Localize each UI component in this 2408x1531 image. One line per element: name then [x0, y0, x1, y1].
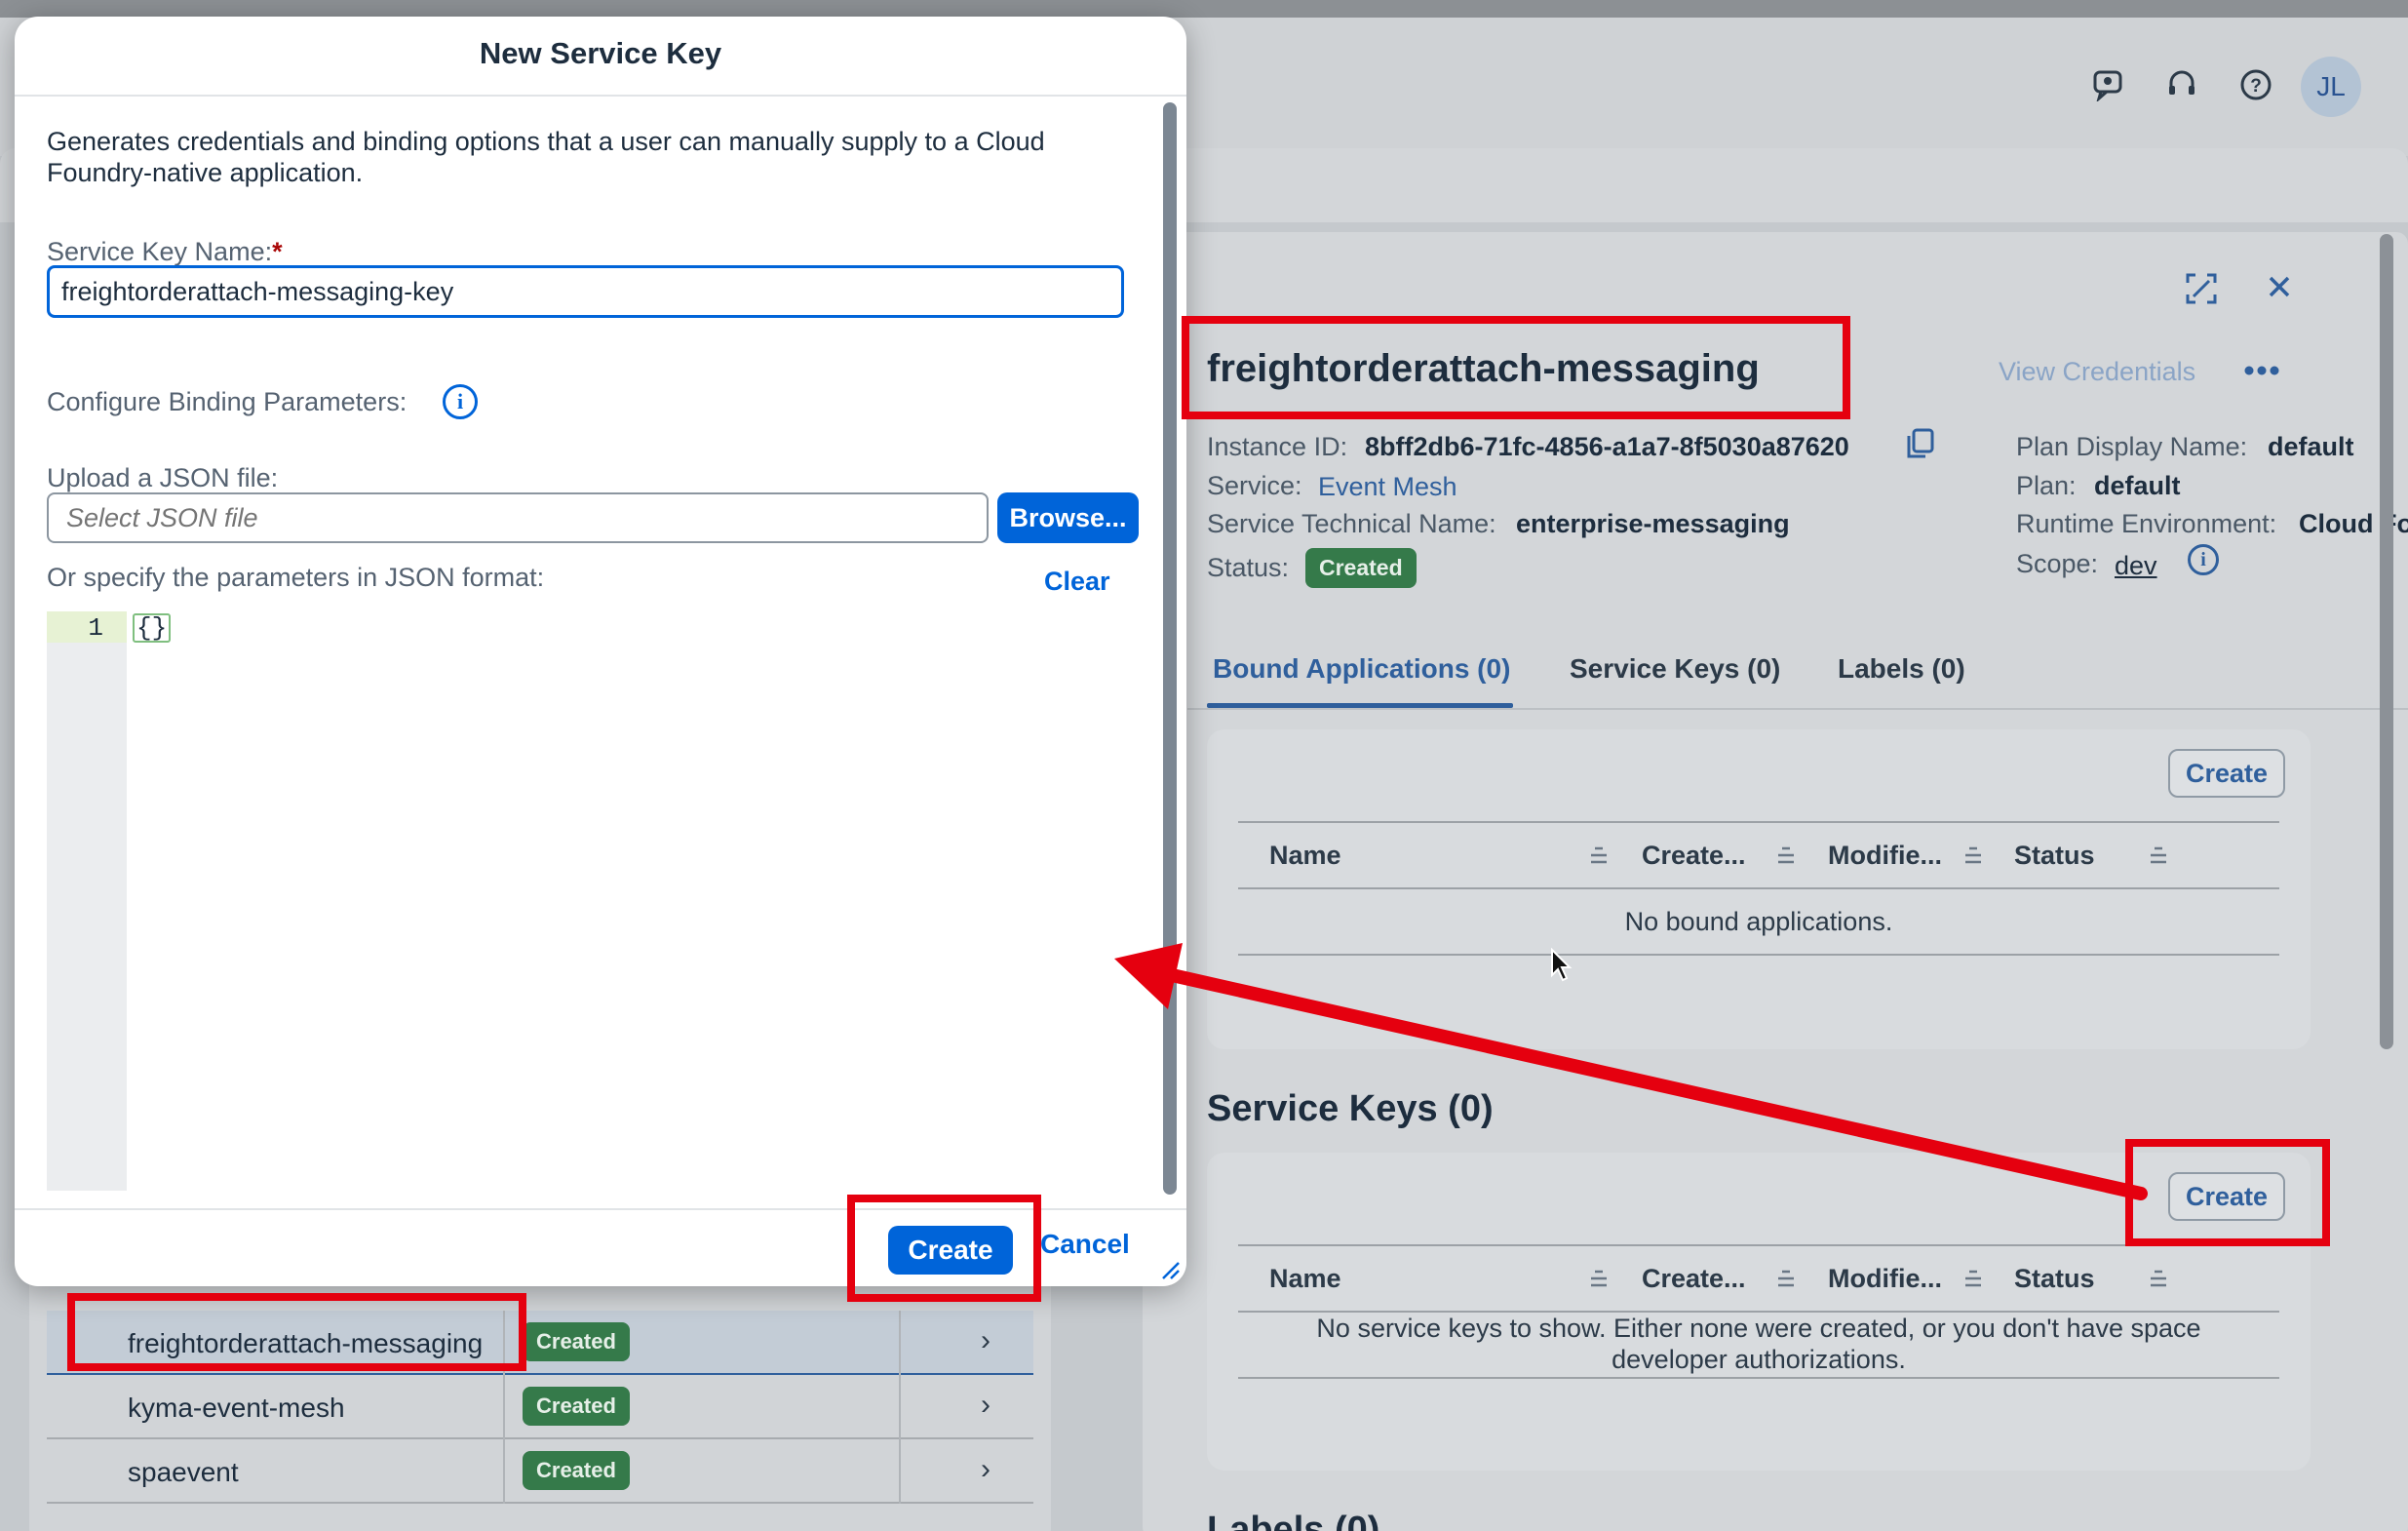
info-icon[interactable]: i: [443, 384, 478, 419]
labels-heading: Labels (0): [1207, 1510, 1380, 1531]
instance-id-value: 8bff2db6-71fc-4856-a1a7-8f5030a87620: [1365, 432, 1849, 461]
resize-handle-icon[interactable]: [1157, 1257, 1181, 1280]
support-headset-icon[interactable]: [2159, 62, 2204, 107]
column-header-status[interactable]: Status: [2014, 841, 2095, 871]
active-tab-indicator: [1207, 703, 1513, 708]
create-service-key-button[interactable]: Create: [2168, 1172, 2286, 1221]
column-header-name[interactable]: Name: [1269, 1264, 1341, 1294]
sort-icon[interactable]: [1961, 844, 1985, 866]
json-file-input[interactable]: [47, 492, 989, 543]
browse-button[interactable]: Browse...: [997, 492, 1139, 543]
help-icon[interactable]: ?: [2233, 62, 2278, 107]
close-icon[interactable]: [2264, 271, 2295, 307]
column-header-created[interactable]: Create...: [1642, 1264, 1746, 1294]
sort-icon[interactable]: [1587, 844, 1611, 866]
line-number: 1: [88, 613, 103, 643]
technical-name-label: Service Technical Name:: [1207, 509, 1496, 538]
service-link[interactable]: Event Mesh: [1318, 472, 1457, 502]
column-header-modified[interactable]: Modifie...: [1828, 1264, 1942, 1294]
editor-code[interactable]: {}: [133, 613, 172, 643]
feedback-icon[interactable]: [2086, 62, 2131, 107]
required-marker: *: [272, 237, 283, 266]
tab-bound-applications[interactable]: Bound Applications (0): [1213, 653, 1510, 685]
bound-apps-empty-message: No bound applications.: [1624, 907, 1893, 936]
sort-icon[interactable]: [1961, 1268, 1985, 1289]
plan-display-name-label: Plan Display Name:: [2016, 432, 2248, 461]
json-format-label: Or specify the parameters in JSON format…: [47, 563, 545, 592]
create-button[interactable]: Create: [888, 1226, 1013, 1275]
sort-icon[interactable]: [1774, 844, 1798, 866]
status-label: Status:: [1207, 553, 1290, 582]
sort-icon[interactable]: [1774, 1268, 1798, 1289]
column-header-status[interactable]: Status: [2014, 1264, 2095, 1294]
instance-name: freightorderattach-messaging: [128, 1328, 484, 1358]
dialog-description: Generates credentials and binding option…: [47, 127, 1045, 187]
json-editor[interactable]: 1 {}: [47, 611, 1124, 1191]
plan-label: Plan:: [2016, 471, 2077, 500]
list-item[interactable]: kyma-event-mesh Created ›: [47, 1375, 1033, 1439]
service-label: Service:: [1207, 471, 1302, 500]
list-item[interactable]: freightorderattach-messaging Created ›: [47, 1311, 1033, 1375]
create-binding-button[interactable]: Create: [2168, 749, 2286, 798]
chevron-right-icon[interactable]: ›: [981, 1324, 990, 1357]
service-key-name-input[interactable]: [47, 265, 1124, 318]
scope-link[interactable]: dev: [2115, 551, 2157, 581]
detail-scrollbar[interactable]: [2380, 234, 2393, 1049]
new-service-key-dialog: New Service Key Generates credentials an…: [15, 17, 1186, 1286]
service-keys-empty-message: No service keys to show. Either none wer…: [1316, 1314, 2201, 1374]
sort-icon[interactable]: [2147, 844, 2170, 866]
instance-name: kyma-event-mesh: [128, 1393, 345, 1423]
sort-icon[interactable]: [2147, 1268, 2170, 1289]
cancel-button[interactable]: Cancel: [1040, 1229, 1130, 1260]
dialog-scrollbar[interactable]: [1163, 102, 1177, 1195]
sort-icon[interactable]: [1587, 1268, 1611, 1289]
chevron-right-icon[interactable]: ›: [981, 1453, 990, 1486]
tab-divider: [1187, 708, 2408, 710]
view-credentials-link[interactable]: View Credentials: [1999, 357, 2195, 387]
status-badge: Created: [523, 1322, 630, 1361]
dialog-header: New Service Key: [15, 17, 1186, 97]
info-icon[interactable]: i: [2188, 544, 2219, 575]
mouse-cursor-icon: [1550, 947, 1573, 988]
status-badge: Created: [1305, 548, 1417, 588]
column-header-name[interactable]: Name: [1269, 841, 1341, 871]
user-avatar[interactable]: JL: [2301, 57, 2361, 117]
plan-value: default: [2094, 471, 2181, 500]
svg-text:?: ?: [2250, 76, 2262, 97]
binding-parameters-label: Configure Binding Parameters:: [47, 387, 408, 416]
scope-label: Scope:: [2016, 549, 2099, 578]
window-top-strip: [0, 0, 2408, 18]
service-key-name-label: Service Key Name:*: [47, 237, 283, 266]
clear-link[interactable]: Clear: [1044, 567, 1110, 597]
plan-display-name-value: default: [2268, 432, 2354, 461]
more-options-icon[interactable]: [2244, 361, 2279, 385]
status-badge: Created: [523, 1451, 630, 1490]
upload-json-label: Upload a JSON file:: [47, 463, 279, 492]
bound-applications-card: [1207, 729, 2311, 1049]
chevron-right-icon[interactable]: ›: [981, 1389, 990, 1422]
tab-labels[interactable]: Labels (0): [1838, 653, 1965, 685]
fullscreen-icon[interactable]: [2184, 271, 2219, 311]
tab-service-keys[interactable]: Service Keys (0): [1570, 653, 1780, 685]
page-title: freightorderattach-messaging: [1207, 347, 1760, 390]
runtime-label: Runtime Environment:: [2016, 509, 2277, 538]
list-item[interactable]: spaevent Created ›: [47, 1439, 1033, 1504]
column-header-created[interactable]: Create...: [1642, 841, 1746, 871]
instance-id-label: Instance ID:: [1207, 432, 1348, 461]
dialog-title: New Service Key: [479, 36, 722, 70]
status-badge: Created: [523, 1387, 630, 1426]
column-header-modified[interactable]: Modifie...: [1828, 841, 1942, 871]
service-keys-heading: Service Keys (0): [1207, 1088, 1494, 1129]
instance-name: spaevent: [128, 1457, 239, 1487]
technical-name-value: enterprise-messaging: [1516, 509, 1790, 538]
copy-icon[interactable]: [1905, 427, 1936, 465]
editor-gutter: [47, 611, 127, 1191]
